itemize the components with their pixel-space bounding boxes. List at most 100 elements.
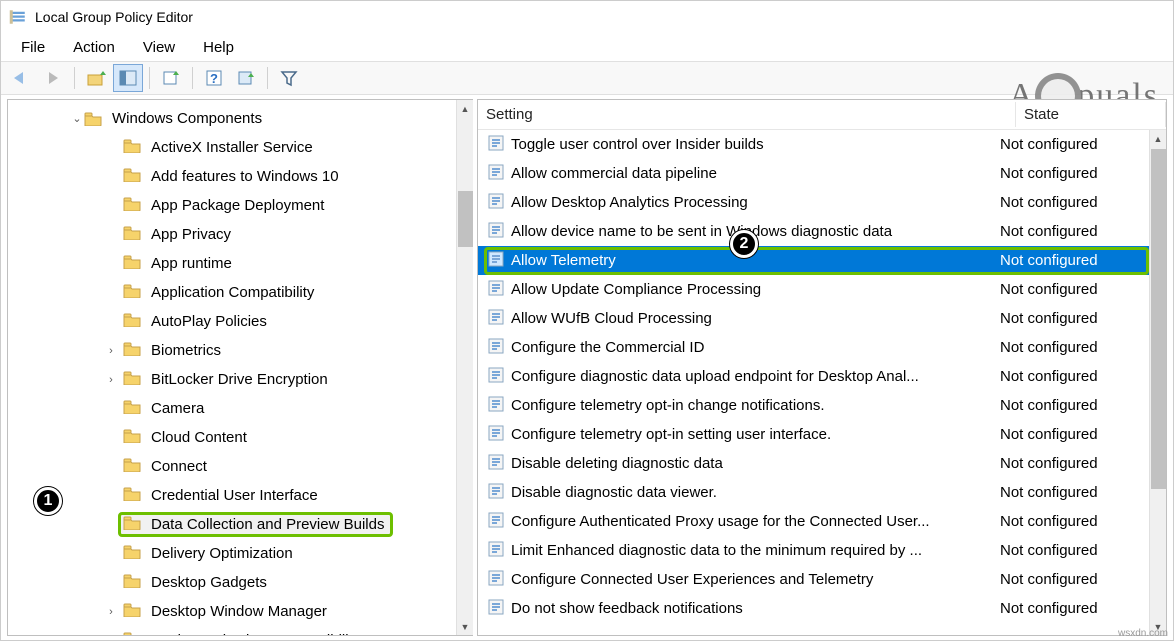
grid-header: Setting State — [478, 100, 1166, 130]
tree-item[interactable]: Credential User Interface — [8, 481, 456, 510]
tree-item[interactable]: AutoPlay Policies — [8, 307, 456, 336]
policy-icon — [487, 540, 511, 562]
policy-row[interactable]: Configure diagnostic data upload endpoin… — [478, 362, 1149, 391]
policy-row[interactable]: Limit Enhanced diagnostic data to the mi… — [478, 536, 1149, 565]
tree-item[interactable]: › Biometrics — [8, 336, 456, 365]
tree-label: Biometrics — [147, 341, 225, 360]
grid-body[interactable]: Toggle user control over Insider builds N… — [478, 130, 1149, 635]
folder-icon — [123, 400, 147, 418]
show-hide-tree-button[interactable] — [113, 64, 143, 92]
policy-icon — [487, 424, 511, 446]
tree-scroll[interactable]: ⌄ Windows Components ActiveX Installer S… — [8, 100, 456, 635]
folder-icon — [123, 197, 147, 215]
policy-row[interactable]: Disable diagnostic data viewer.Not confi… — [478, 478, 1149, 507]
chevron-down-icon[interactable]: ⌄ — [70, 112, 84, 125]
policy-state: Not configured — [1000, 281, 1142, 298]
chevron-right-icon[interactable]: › — [104, 606, 118, 618]
callout-2: 2 — [730, 230, 758, 258]
column-setting[interactable]: Setting — [478, 102, 1016, 127]
toolbar-separator — [149, 67, 150, 89]
filter-button[interactable] — [274, 64, 304, 92]
policy-row[interactable]: Allow device name to be sent in Windows … — [478, 217, 1149, 246]
tree-root[interactable]: ⌄ Windows Components — [8, 104, 456, 133]
app-icon — [9, 8, 27, 26]
policy-state: Not configured — [1000, 310, 1142, 327]
tree-scrollbar[interactable]: ▲ ▼ — [456, 100, 473, 635]
folder-icon — [123, 168, 147, 186]
menu-help[interactable]: Help — [189, 37, 248, 58]
folder-icon — [123, 545, 147, 563]
help-button[interactable]: ? — [199, 64, 229, 92]
scroll-thumb[interactable] — [458, 191, 473, 247]
policy-row[interactable]: Allow WUfB Cloud ProcessingNot configure… — [478, 304, 1149, 333]
back-button[interactable] — [6, 64, 36, 92]
tree-label: App Privacy — [147, 225, 235, 244]
tree-item[interactable]: Cloud Content — [8, 423, 456, 452]
policy-row[interactable]: Allow Update Compliance ProcessingNot co… — [478, 275, 1149, 304]
folder-icon — [123, 603, 147, 621]
tree-item[interactable]: Desktop Gadgets — [8, 568, 456, 597]
forward-button[interactable] — [38, 64, 68, 92]
scroll-up-button[interactable]: ▲ — [457, 100, 474, 117]
window: Local Group Policy Editor File Action Vi… — [0, 0, 1174, 641]
tree-label: Data Collection and Preview Builds — [147, 515, 388, 534]
toolbar-separator — [267, 67, 268, 89]
menu-action[interactable]: Action — [59, 37, 129, 58]
tree-label: Connect — [147, 457, 211, 476]
scroll-down-button[interactable]: ▼ — [457, 618, 474, 635]
scroll-thumb[interactable] — [1151, 149, 1166, 489]
up-button[interactable] — [81, 64, 111, 92]
policy-row[interactable]: Configure Authenticated Proxy usage for … — [478, 507, 1149, 536]
tree-item[interactable]: ActiveX Installer Service — [8, 133, 456, 162]
tree-label: Desktop Gadgets — [147, 573, 271, 592]
policy-row[interactable]: Configure telemetry opt-in setting user … — [478, 420, 1149, 449]
export-button[interactable] — [156, 64, 186, 92]
tree-item[interactable]: Camera — [8, 394, 456, 423]
tree-item[interactable]: Application Compatibility — [8, 278, 456, 307]
tree-item[interactable]: App Privacy — [8, 220, 456, 249]
tree-item[interactable]: App runtime — [8, 249, 456, 278]
menu-view[interactable]: View — [129, 37, 189, 58]
policy-row[interactable]: Do not show feedback notificationsNot co… — [478, 594, 1149, 623]
policy-row[interactable]: Configure the Commercial IDNot configure… — [478, 333, 1149, 362]
chevron-right-icon[interactable]: › — [104, 374, 118, 386]
folder-icon — [123, 574, 147, 592]
policy-row[interactable]: Allow TelemetryNot configured — [478, 246, 1149, 275]
policy-icon — [487, 453, 511, 475]
source-watermark: wsxdn.com — [1118, 628, 1168, 639]
tree-label: BitLocker Drive Encryption — [147, 370, 332, 389]
policy-row[interactable]: Configure telemetry opt-in change notifi… — [478, 391, 1149, 420]
policy-icon — [487, 192, 511, 214]
policy-row[interactable]: Configure Connected User Experiences and… — [478, 565, 1149, 594]
tree-item[interactable]: Connect — [8, 452, 456, 481]
chevron-right-icon[interactable]: › — [104, 345, 118, 357]
tree-item[interactable]: Data Collection and Preview Builds — [8, 510, 456, 539]
policy-row[interactable]: Toggle user control over Insider buildsN… — [478, 130, 1149, 159]
policy-state: Not configured — [1000, 339, 1142, 356]
grid-scrollbar[interactable]: ▲ ▼ — [1149, 130, 1166, 635]
policy-name: Toggle user control over Insider builds — [511, 136, 1000, 153]
properties-button[interactable] — [231, 64, 261, 92]
column-state[interactable]: State — [1016, 102, 1166, 127]
policy-icon — [487, 598, 511, 620]
tree-item[interactable]: App Package Deployment — [8, 191, 456, 220]
menu-file[interactable]: File — [7, 37, 59, 58]
tree-item[interactable]: Delivery Optimization — [8, 539, 456, 568]
tree-label: Credential User Interface — [147, 486, 322, 505]
tree-item[interactable]: › BitLocker Drive Encryption — [8, 365, 456, 394]
folder-icon — [123, 516, 147, 534]
tree-item[interactable]: Device and Driver Compatibility — [8, 626, 456, 635]
policy-name: Configure Authenticated Proxy usage for … — [511, 513, 1000, 530]
scroll-up-button[interactable]: ▲ — [1150, 130, 1167, 147]
folder-icon — [123, 487, 147, 505]
tree-item[interactable]: ›Desktop Window Manager — [8, 597, 456, 626]
policy-state: Not configured — [1000, 426, 1142, 443]
policy-row[interactable]: Disable deleting diagnostic dataNot conf… — [478, 449, 1149, 478]
policy-row[interactable]: Allow Desktop Analytics ProcessingNot co… — [478, 188, 1149, 217]
tree-label: Cloud Content — [147, 428, 251, 447]
tree-pane: 1 ⌄ Windows Components ActiveX Installer… — [7, 99, 473, 636]
tree-label: ActiveX Installer Service — [147, 138, 317, 157]
policy-icon — [487, 337, 511, 359]
policy-row[interactable]: Allow commercial data pipelineNot config… — [478, 159, 1149, 188]
tree-item[interactable]: Add features to Windows 10 — [8, 162, 456, 191]
